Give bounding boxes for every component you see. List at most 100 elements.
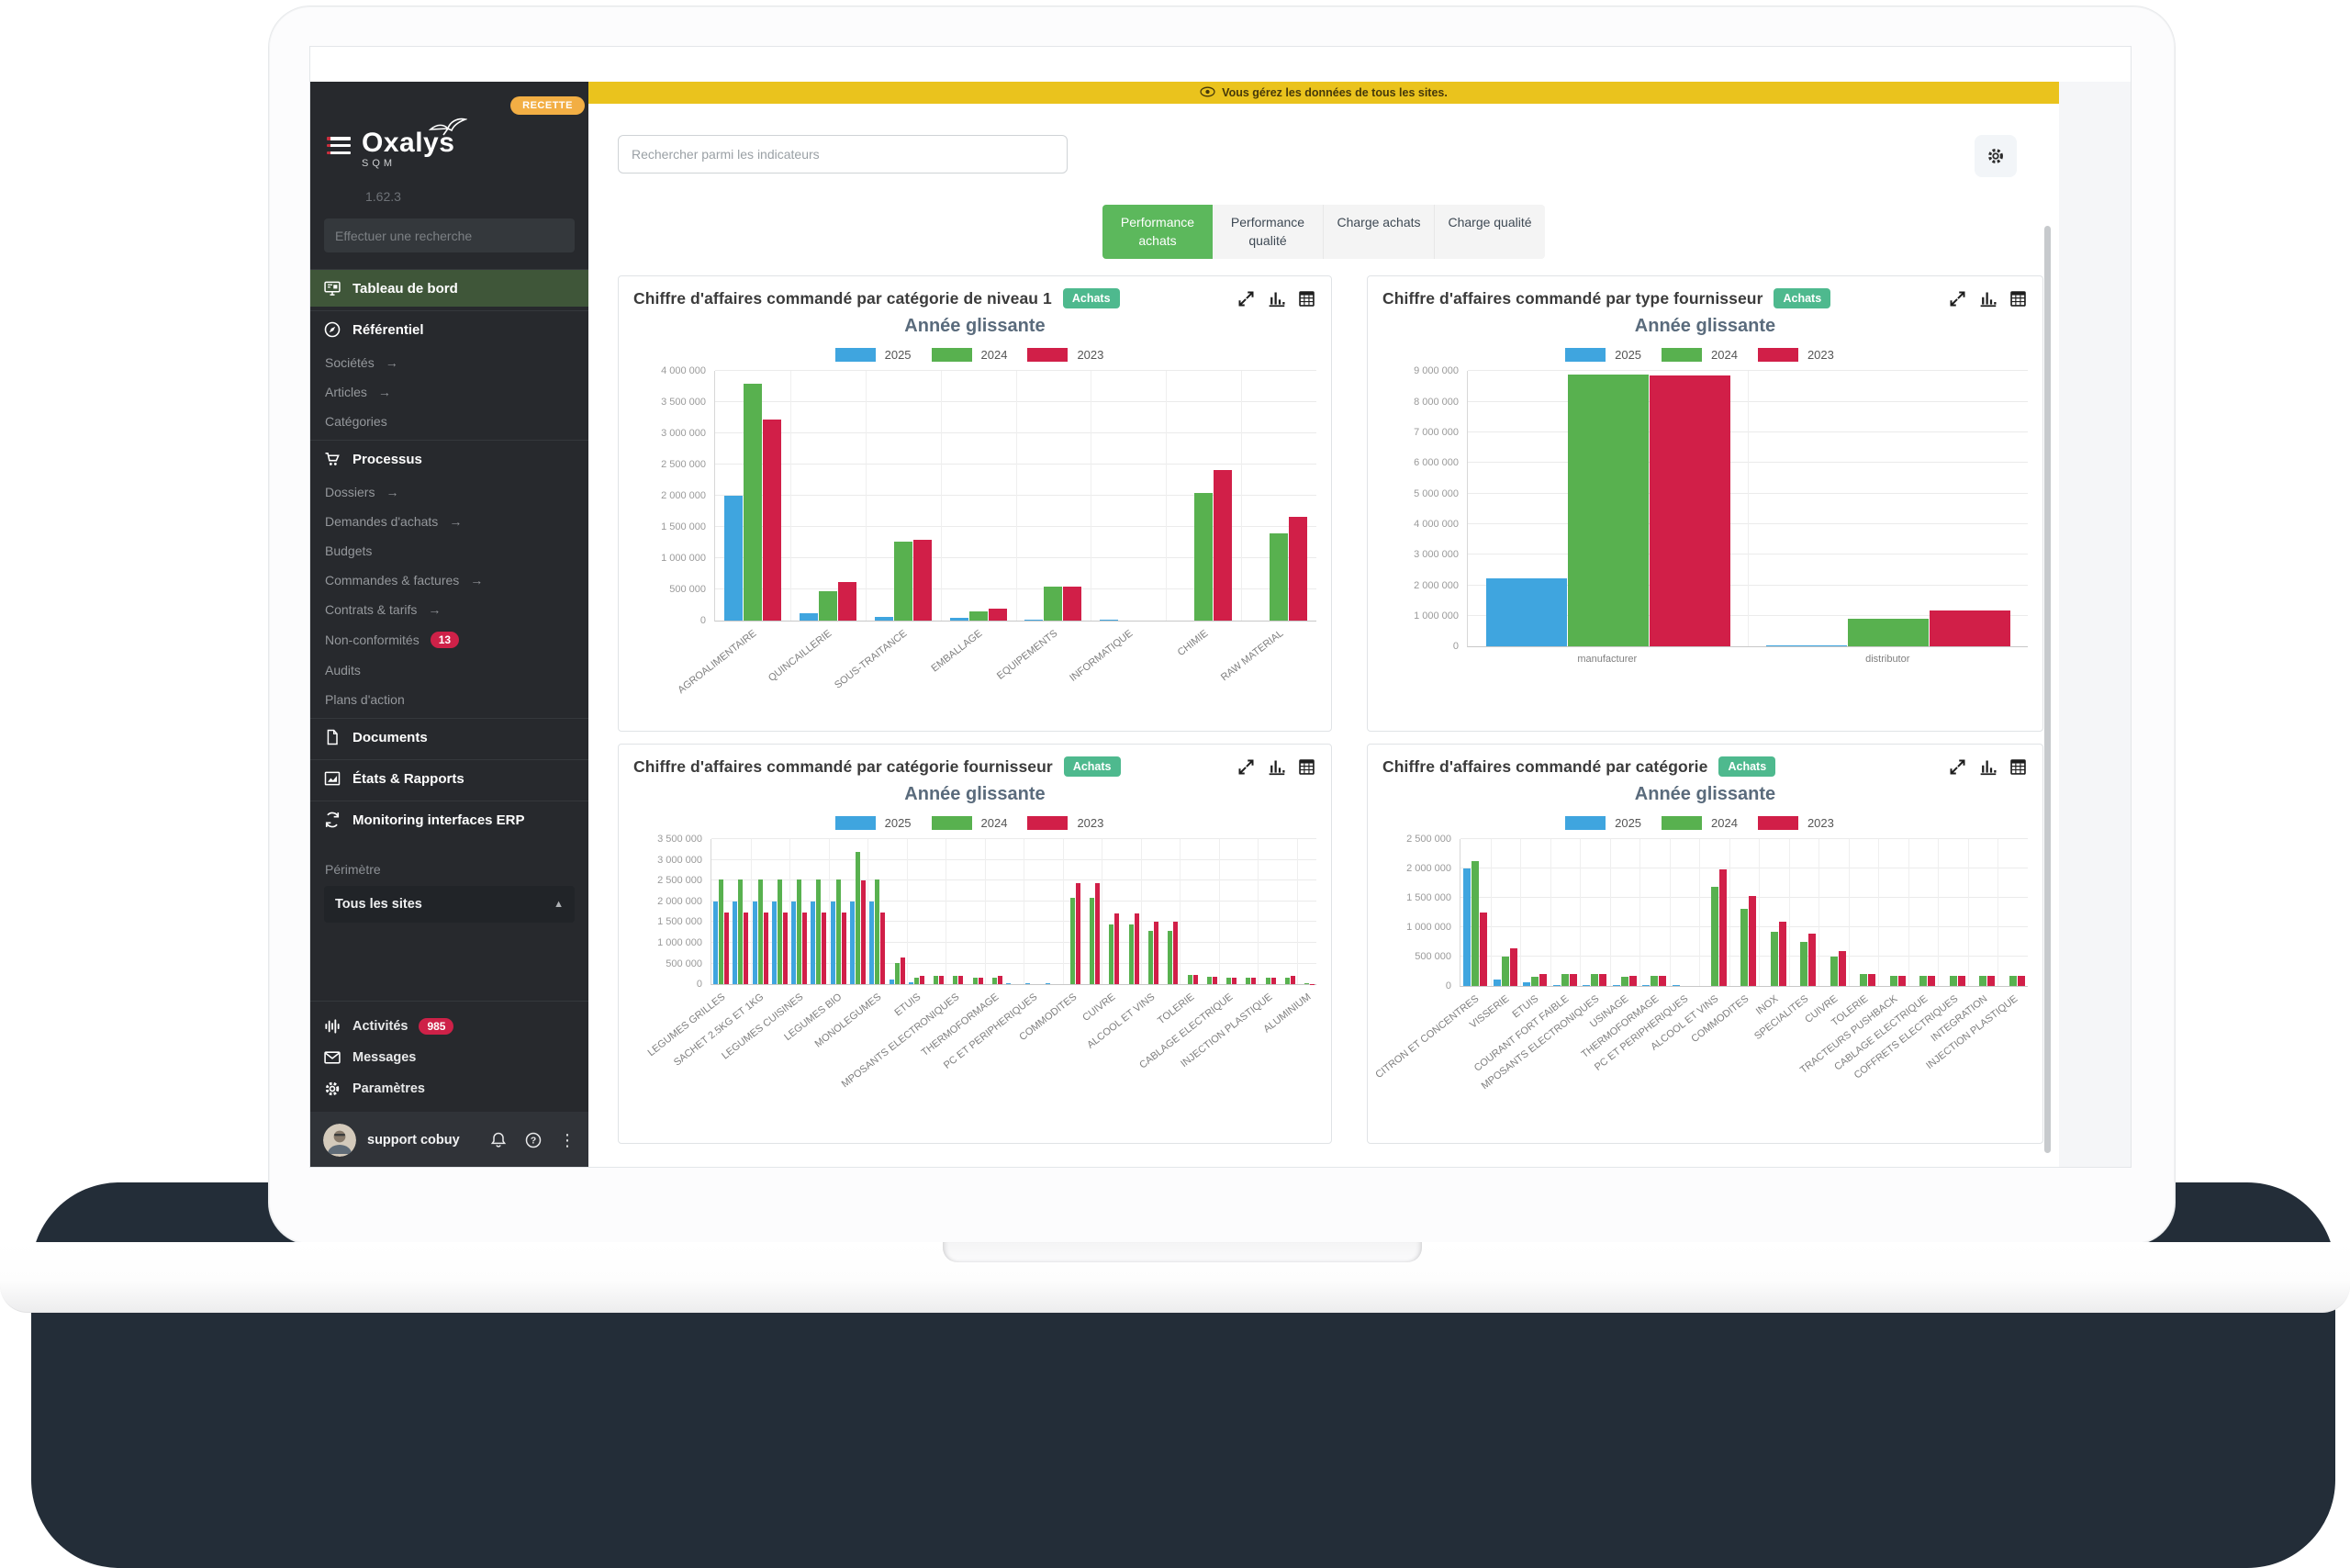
sidebar-item-plans-d-action[interactable]: Plans d'action — [310, 685, 588, 714]
sidebar-item-audits[interactable]: Audits — [310, 655, 588, 685]
chart-view-button[interactable] — [1267, 757, 1286, 777]
legend-swatch-2024[interactable] — [931, 348, 972, 363]
sidebar-item-demandes-d-achats[interactable]: Demandes d'achats → — [310, 507, 588, 536]
legend-swatch-2023[interactable] — [1757, 348, 1798, 363]
table-view-button[interactable] — [2009, 757, 2028, 777]
sidebar-item-categories[interactable]: Catégories — [310, 407, 588, 436]
bar-group — [829, 839, 848, 985]
sidebar-item-monitoring-interfaces-erp[interactable]: Monitoring interfaces ERP — [310, 801, 588, 838]
sidebar-item-contrats-tarifs[interactable]: Contrats & tarifs → — [310, 595, 588, 624]
sidebar-footer-messages[interactable]: Messages — [310, 1042, 588, 1073]
sidebar-item-budgets[interactable]: Budgets — [310, 536, 588, 566]
bar-2023 — [724, 912, 730, 985]
bar-2024 — [1860, 974, 1868, 987]
sidebar-footer-parametres[interactable]: Paramètres — [310, 1073, 588, 1104]
bird-logo-icon — [429, 115, 469, 142]
site-selector[interactable]: Tous les sites ▲ — [324, 886, 575, 923]
table-view-button[interactable] — [1297, 289, 1316, 308]
legend-swatch-2025[interactable] — [1565, 816, 1606, 831]
tab-charge-achats[interactable]: Charge achats — [1324, 205, 1435, 260]
bell-icon[interactable] — [489, 1131, 508, 1149]
bar-2024 — [934, 976, 939, 985]
sidebar-item-referentiel[interactable]: Référentiel — [310, 310, 588, 348]
sidebar-item-tableau-de-bord[interactable]: Tableau de bord — [310, 269, 588, 307]
bar-group — [1908, 839, 1939, 987]
sidebar-item-processus[interactable]: Processus — [310, 440, 588, 477]
expand-chart-button[interactable] — [1237, 757, 1256, 777]
chart-view-button[interactable] — [1978, 757, 1998, 777]
bar-group — [1082, 839, 1102, 985]
sidebar-item-label: Monitoring interfaces ERP — [352, 812, 525, 828]
expand-chart-button[interactable] — [1237, 289, 1256, 308]
bar-2025 — [1672, 984, 1680, 987]
dashboard-settings-button[interactable] — [1975, 135, 2017, 177]
avatar[interactable] — [323, 1124, 356, 1157]
sidebar-item-documents[interactable]: Documents — [310, 718, 588, 756]
chart-view-button[interactable] — [1978, 289, 1998, 308]
app-logo-subtext: SQM — [362, 158, 397, 169]
y-tick-label: 9 000 000 — [1414, 365, 1459, 377]
legend-swatch-2023[interactable] — [1757, 816, 1798, 831]
bar-2023 — [1957, 976, 1965, 987]
sidebar-item-dossiers[interactable]: Dossiers → — [310, 477, 588, 507]
tab-performance-qualite[interactable]: Performance qualité — [1213, 205, 1324, 260]
bar-2023 — [1897, 975, 1906, 987]
bar-group — [965, 839, 984, 985]
chart-domain-badge: Achats — [1774, 288, 1831, 309]
sidebar-item-non-conformites[interactable]: Non-conformités 13 — [310, 624, 588, 655]
chart-view-button[interactable] — [1267, 289, 1286, 308]
bar-2025 — [1552, 984, 1561, 987]
arrow-right-icon: → — [385, 355, 398, 370]
legend-swatch-2023[interactable] — [1027, 816, 1069, 831]
sidebar-footer: Activités 985 Messages Paramètres — [310, 1001, 588, 1112]
sidebar-item-commandes-factures[interactable]: Commandes & factures → — [310, 566, 588, 595]
bar-2025 — [811, 901, 816, 985]
y-tick-label: 0 — [1452, 641, 1459, 653]
sidebar-item-etats-rapports[interactable]: États & Rapports — [310, 759, 588, 797]
bar-group — [1091, 371, 1166, 622]
y-tick-label: 7 000 000 — [1414, 426, 1459, 438]
legend-swatch-2025[interactable] — [1565, 348, 1606, 363]
legend-swatch-2025[interactable] — [834, 816, 876, 831]
sidebar: RECETTE Oxalys SQM 1.62.3 Tableau de bo — [310, 82, 588, 1167]
legend-swatch-2025[interactable] — [834, 348, 876, 363]
sidebar-item-articles[interactable]: Articles → — [310, 377, 588, 407]
indicator-search-input[interactable] — [618, 135, 1068, 174]
bar-2024 — [757, 879, 763, 985]
bar-group — [1200, 839, 1219, 985]
expand-chart-button[interactable] — [1948, 757, 1967, 777]
kebab-menu-icon[interactable]: ⋮ — [559, 1131, 576, 1150]
sidebar-footer-activites[interactable]: Activités 985 — [310, 1011, 588, 1042]
tab-charge-qualite[interactable]: Charge qualité — [1435, 205, 1545, 260]
user-bar[interactable]: support cobuy ? ⋮ — [310, 1112, 588, 1167]
legend-swatch-2024[interactable] — [1662, 816, 1703, 831]
table-view-button[interactable] — [1297, 757, 1316, 777]
app-logo[interactable]: Oxalys SQM — [362, 118, 469, 169]
app-version: 1.62.3 — [365, 189, 401, 204]
tab-performance-achats[interactable]: Performance achats — [1102, 205, 1213, 260]
sidebar-search-input[interactable] — [324, 218, 575, 252]
x-tick-label: QUINCAILLERIE — [767, 628, 834, 685]
bar-2024 — [893, 541, 912, 622]
legend-swatch-2024[interactable] — [1662, 348, 1703, 363]
sidebar-item-societes[interactable]: Sociétés → — [310, 348, 588, 377]
bar-group — [809, 839, 828, 985]
legend-label: 2024 — [980, 348, 1008, 363]
y-axis: 0 1 000 000 2 000 000 3 000 000 4 000 000 5 0… — [1382, 365, 1467, 652]
vertical-scrollbar[interactable] — [2044, 226, 2051, 1153]
chart-card-header: Chiffre d'affaires commandé par catégori… — [1382, 756, 2028, 778]
table-view-button[interactable] — [2009, 289, 2028, 308]
legend-swatch-2023[interactable] — [1027, 348, 1069, 363]
hamburger-menu-icon[interactable] — [327, 137, 351, 154]
bar-group — [770, 839, 789, 985]
x-tick-label: distributor — [1865, 654, 1910, 666]
laptop-screen: RECETTE Oxalys SQM 1.62.3 Tableau de bo — [309, 46, 2132, 1168]
expand-chart-button[interactable] — [1948, 289, 1967, 308]
y-tick-label: 1 500 000 — [657, 916, 702, 928]
bar-group — [887, 839, 906, 985]
sidebar-item-label: Audits — [325, 663, 361, 678]
help-icon[interactable]: ? — [524, 1131, 543, 1149]
legend-swatch-2024[interactable] — [931, 816, 972, 831]
bar-group — [866, 371, 941, 622]
bar-2024 — [2009, 976, 2017, 987]
